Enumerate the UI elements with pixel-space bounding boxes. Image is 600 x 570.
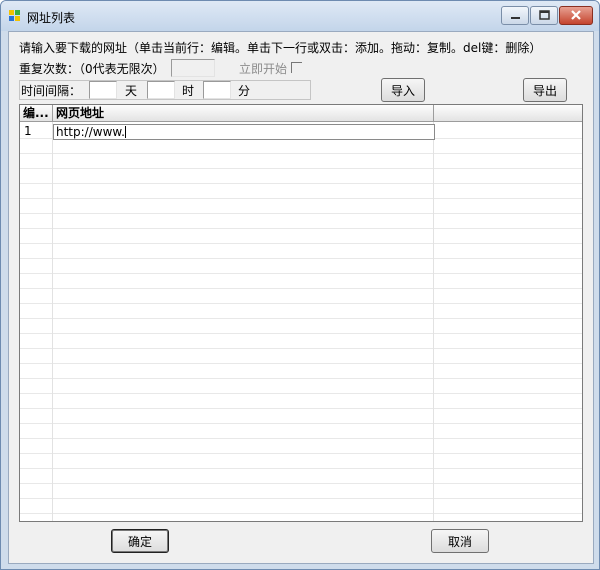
repeat-count-field[interactable] xyxy=(171,59,215,77)
interval-minutes-field[interactable] xyxy=(203,81,231,99)
start-now-label: 立即开始 xyxy=(239,62,288,76)
maximize-icon xyxy=(539,10,550,20)
start-now-checkbox[interactable] xyxy=(291,62,302,73)
url-edit-value: http://www. xyxy=(56,125,125,139)
column-header-url[interactable]: 网页地址 xyxy=(53,105,434,122)
instructions-text: 请输入要下载的网址（单击当前行：编辑。单击下一行或双击：添加。拖动：复制。del… xyxy=(19,41,542,55)
title-bar[interactable]: 网址列表 xyxy=(1,1,599,31)
interval-label: 时间间隔： xyxy=(21,84,82,98)
maximize-button[interactable] xyxy=(530,6,558,25)
url-list-window: 网址列表 请输入要下载的网址（单击当前行：编辑。单击下一行或双击：添加。拖动：复… xyxy=(0,0,600,570)
app-icon xyxy=(9,10,20,21)
repeat-count-label: 重复次数：（0代表无限次） xyxy=(19,62,165,76)
interval-days-field[interactable] xyxy=(89,81,117,99)
ok-button[interactable]: 确定 xyxy=(111,529,169,553)
interval-hours-field[interactable] xyxy=(147,81,175,99)
close-icon xyxy=(571,10,581,20)
url-edit-cell[interactable]: http://www. xyxy=(53,124,435,140)
window-title: 网址列表 xyxy=(27,11,76,25)
import-button[interactable]: 导入 xyxy=(381,78,425,102)
export-button[interactable]: 导出 xyxy=(523,78,567,102)
column-header-number[interactable]: 编... xyxy=(20,105,53,122)
text-caret xyxy=(124,126,126,138)
dialog-client-area: 请输入要下载的网址（单击当前行：编辑。单击下一行或双击：添加。拖动：复制。del… xyxy=(8,31,594,564)
minimize-icon xyxy=(511,17,520,19)
close-button[interactable] xyxy=(559,6,593,25)
url-table[interactable]: 编... 网页地址 1 http://www. xyxy=(19,104,583,522)
cancel-button[interactable]: 取消 xyxy=(431,529,489,553)
days-unit-label: 天 xyxy=(125,84,138,98)
minutes-unit-label: 分 xyxy=(238,84,251,98)
hours-unit-label: 时 xyxy=(182,84,195,98)
column-header-filler xyxy=(434,105,582,122)
minimize-button[interactable] xyxy=(501,6,529,25)
row-number-cell[interactable]: 1 xyxy=(24,124,32,140)
